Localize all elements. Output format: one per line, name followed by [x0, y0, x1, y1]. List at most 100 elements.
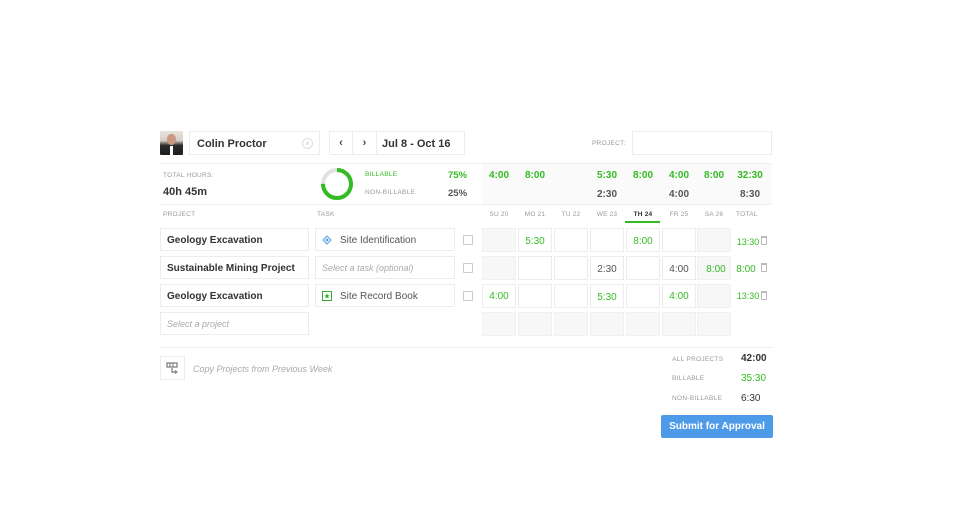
column-day-we: WE 23	[596, 211, 618, 218]
project-filter-input[interactable]	[632, 131, 772, 155]
row3-hours-we: 5:30	[597, 292, 617, 303]
project-filter-label: PROJECT:	[592, 140, 626, 147]
row2-note-icon[interactable]	[463, 263, 473, 273]
row2-task-select[interactable]: Select a task (optional)	[315, 256, 455, 279]
row3-hours-su: 4:00	[489, 291, 509, 302]
next-week-button[interactable]: ›	[353, 131, 377, 155]
today-underline	[625, 221, 660, 223]
column-day-mo: MO 21	[524, 211, 546, 218]
row3-cell-th[interactable]	[626, 284, 660, 308]
row1-cell-fr[interactable]	[662, 228, 696, 252]
totals-billable-value: 35:30	[741, 373, 767, 384]
row3-cell-mo[interactable]	[518, 284, 552, 308]
user-selector[interactable]: Colin Proctor ×	[189, 131, 320, 155]
row1-cell-sa[interactable]	[697, 228, 731, 252]
prev-week-button[interactable]: ‹	[329, 131, 353, 155]
row2-total: 8:00	[736, 264, 756, 275]
clear-user-icon[interactable]: ×	[302, 138, 313, 149]
diamond-icon	[322, 235, 332, 245]
date-range-label: Jul 8 - Oct 16	[382, 138, 451, 150]
submit-label: Submit for Approval	[669, 421, 765, 432]
billable-label: BILLABLE	[365, 171, 398, 178]
row3-hours-fr: 4:00	[669, 291, 689, 302]
row1-project-name: Geology Excavation	[167, 235, 263, 246]
row2-trash-icon[interactable]	[761, 263, 767, 272]
billable-th: 8:00	[632, 170, 653, 181]
new-row-cell-sa	[697, 312, 731, 336]
row1-note-icon[interactable]	[463, 235, 473, 245]
row2-task-placeholder: Select a task (optional)	[322, 263, 414, 273]
row2-hours-we: 2:30	[597, 264, 617, 275]
billable-sa: 8:00	[703, 170, 724, 181]
new-row-cell-fr	[662, 312, 696, 336]
row1-cell-we[interactable]	[590, 228, 624, 252]
column-total: TOTAL	[736, 211, 758, 218]
new-row-cell-we	[590, 312, 624, 336]
new-project-select[interactable]: Select a project	[160, 312, 309, 335]
billable-fr: 4:00	[668, 170, 689, 181]
row2-project-name: Sustainable Mining Project	[167, 263, 295, 274]
row2-cell-tu[interactable]	[554, 256, 588, 280]
column-task: TASK	[317, 211, 335, 218]
row2-cell-th[interactable]	[626, 256, 660, 280]
avatar[interactable]	[160, 131, 183, 155]
new-row-cell-tu	[554, 312, 588, 336]
row1-cell-su[interactable]	[482, 228, 516, 252]
row1-project-select[interactable]: Geology Excavation	[160, 228, 309, 251]
row3-project-name: Geology Excavation	[167, 291, 263, 302]
row1-task-select[interactable]: Site Identification	[315, 228, 455, 251]
new-row-cell-su	[482, 312, 516, 336]
copy-projects-label[interactable]: Copy Projects from Previous Week	[193, 364, 332, 374]
copy-icon	[166, 362, 178, 374]
row2-cell-mo[interactable]	[518, 256, 552, 280]
row3-task-select[interactable]: Site Record Book	[315, 284, 455, 307]
totals-nonbillable-label: NON-BILLABLE	[672, 395, 723, 402]
billable-su: 4:00	[488, 170, 509, 181]
all-projects-value: 42:00	[741, 353, 767, 364]
nonbillable-fr: 4:00	[668, 189, 689, 200]
row1-hours-th: 8:00	[633, 236, 653, 247]
billable-mo: 8:00	[524, 170, 545, 181]
divider	[160, 347, 772, 348]
billable-percent: 75%	[448, 170, 468, 181]
row3-project-select[interactable]: Geology Excavation	[160, 284, 309, 307]
column-project: PROJECT	[163, 211, 196, 218]
copy-projects-button[interactable]	[160, 356, 185, 380]
submit-for-approval-button[interactable]: Submit for Approval	[661, 415, 773, 438]
row3-trash-icon[interactable]	[761, 291, 767, 300]
row2-project-select[interactable]: Sustainable Mining Project	[160, 256, 309, 279]
date-range-picker[interactable]: Jul 8 - Oct 16	[377, 131, 465, 155]
column-day-sa: SA 26	[704, 211, 724, 218]
row1-task-name: Site Identification	[340, 235, 417, 246]
billable-donut-chart	[321, 168, 353, 200]
chevron-right-icon: ›	[362, 137, 367, 149]
new-row-cell-mo	[518, 312, 552, 336]
row1-hours-mo: 5:30	[525, 236, 545, 247]
row3-task-name: Site Record Book	[340, 291, 418, 302]
row1-total: 13:30	[736, 237, 760, 247]
row2-hours-fr: 4:00	[669, 264, 689, 275]
row1-cell-tu[interactable]	[554, 228, 588, 252]
totals-nonbillable-value: 6:30	[741, 393, 761, 404]
billable-we: 5:30	[596, 170, 617, 181]
row2-hours-sa: 8:00	[706, 264, 726, 275]
billable-total: 32:30	[737, 170, 763, 181]
nonbillable-total: 8:30	[739, 189, 760, 200]
nonbillable-percent: 25%	[448, 188, 468, 199]
column-day-fr: FR 25	[669, 211, 689, 218]
row2-cell-su[interactable]	[482, 256, 516, 280]
totals-billable-label: BILLABLE	[672, 375, 705, 382]
star-box-icon	[322, 291, 332, 301]
column-day-tu: TU 22	[561, 211, 581, 218]
total-hours-label: TOTAL HOURS:	[163, 172, 214, 179]
row3-cell-sa[interactable]	[697, 284, 731, 308]
total-hours-value: 40h 45m	[163, 186, 208, 198]
row3-cell-tu[interactable]	[554, 284, 588, 308]
nonbillable-we: 2:30	[596, 189, 617, 200]
new-row-cell-th	[626, 312, 660, 336]
row3-note-icon[interactable]	[463, 291, 473, 301]
user-name: Colin Proctor	[197, 138, 267, 150]
chevron-left-icon: ‹	[339, 137, 343, 149]
row3-total: 13:30	[736, 291, 760, 301]
row1-trash-icon[interactable]	[761, 236, 767, 245]
